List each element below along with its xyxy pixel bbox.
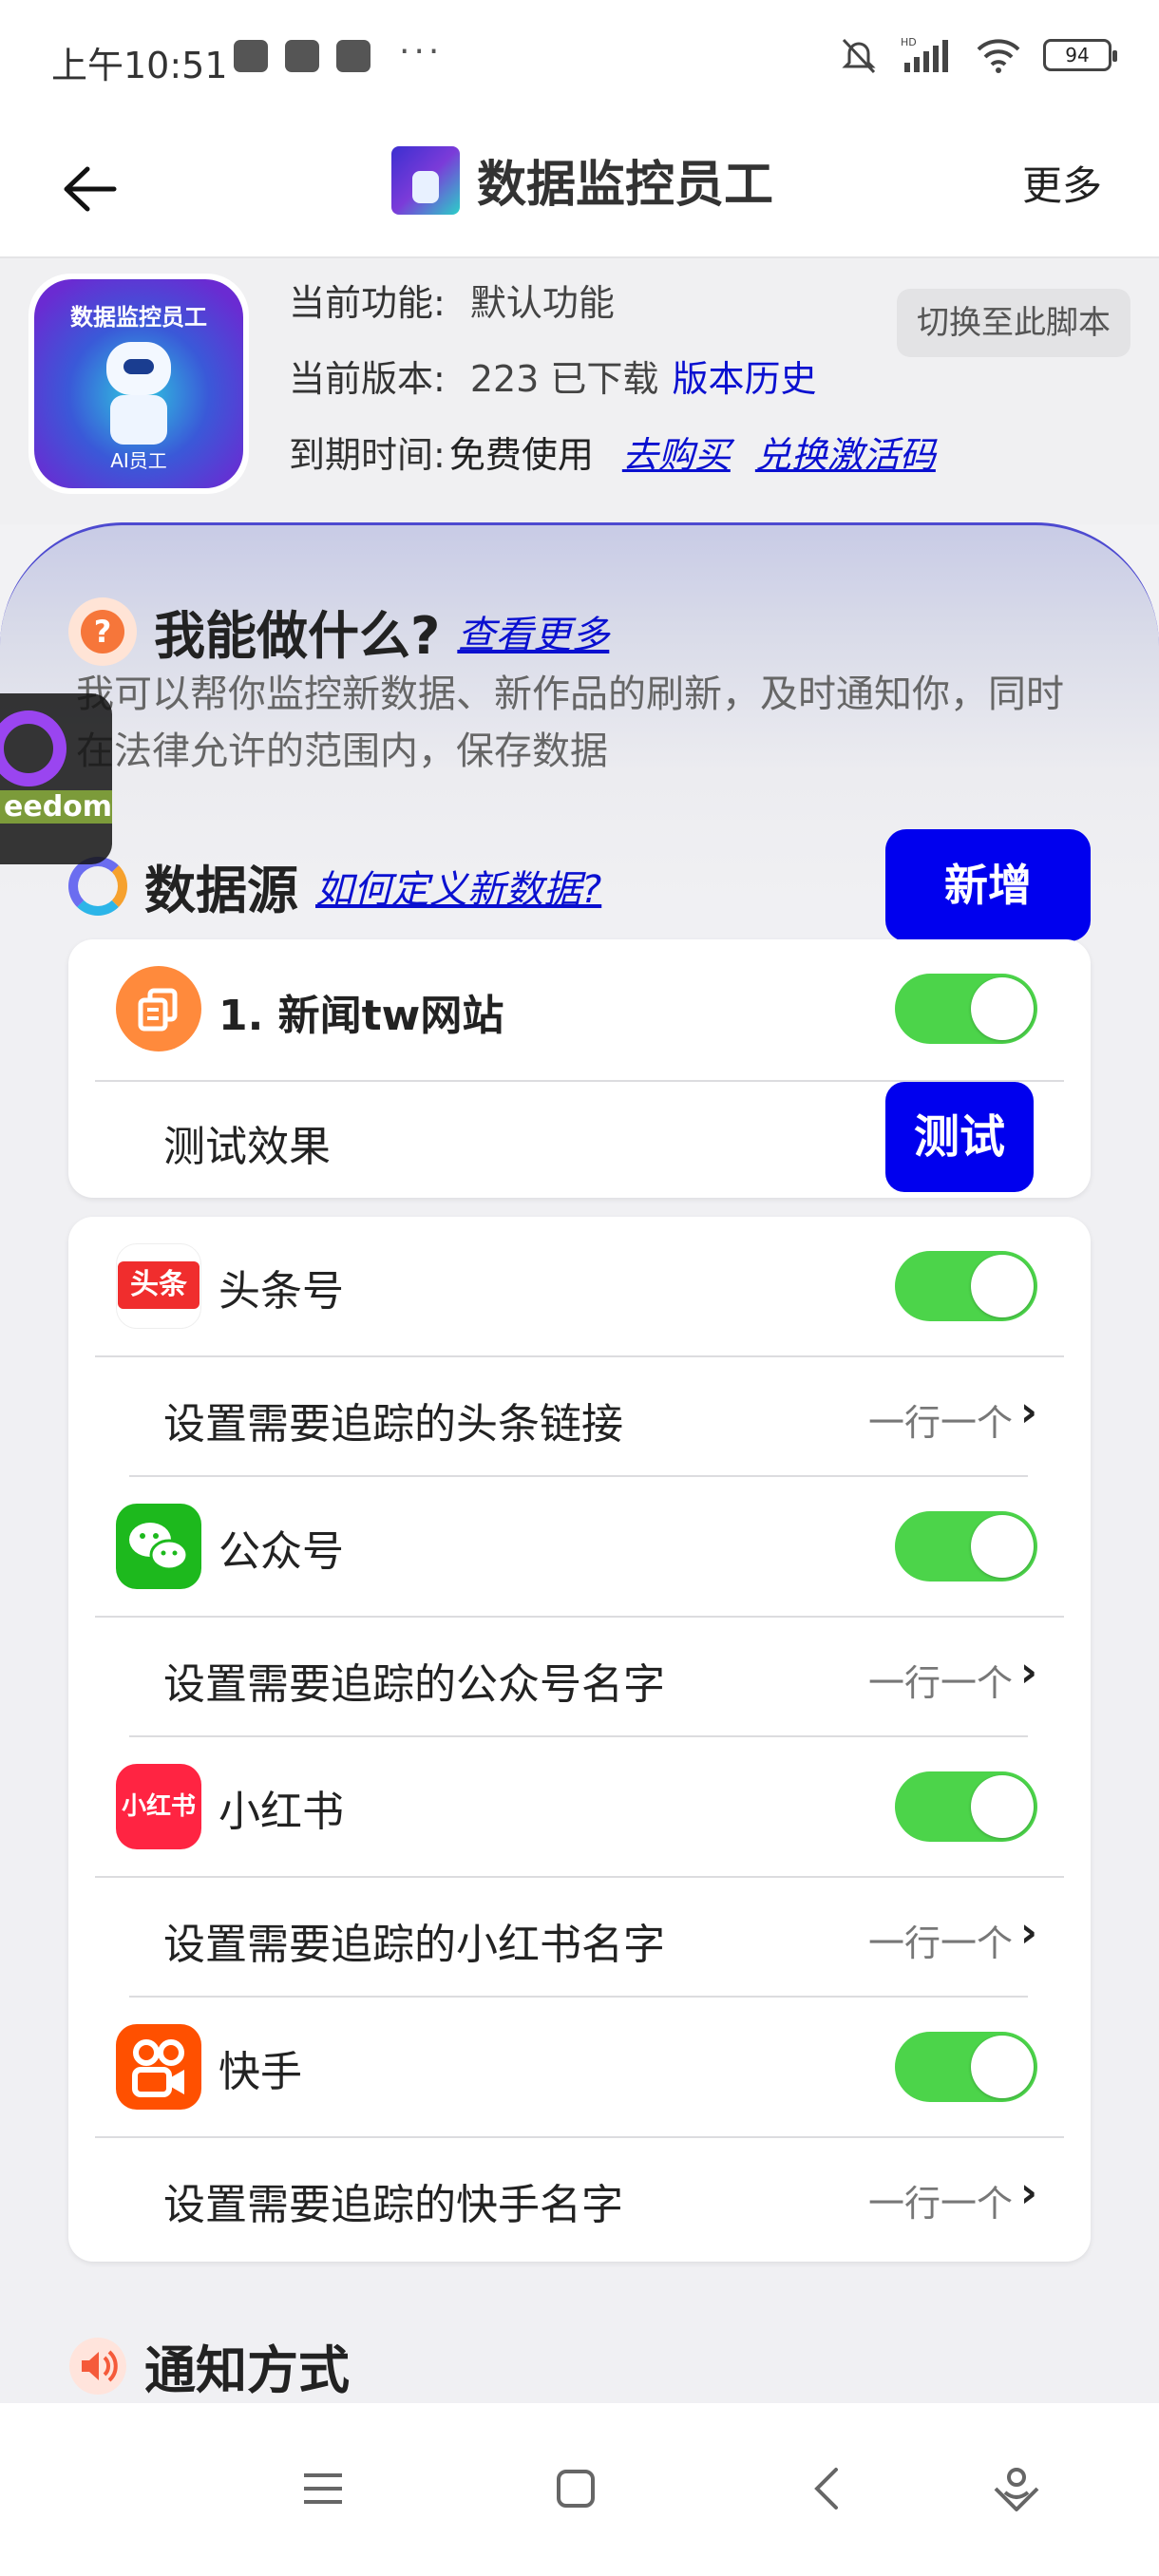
notify-header: 通知方式 (68, 2328, 350, 2403)
notification-icon (234, 40, 268, 72)
notify-title: 通知方式 (144, 2340, 350, 2400)
xiaohongshu-setting-row[interactable]: 设置需要追踪的小红书名字 一行一个 › (68, 1878, 1091, 1996)
floating-assistant[interactable]: eedom (0, 693, 112, 864)
status-time: 上午10:51 (51, 45, 228, 86)
app-icon: 数据监控员工 AI员工 (28, 274, 249, 494)
platform-row-wechat: 公众号 (68, 1477, 1091, 1616)
app-thumbnail-icon (391, 145, 460, 215)
xiaohongshu-toggle[interactable] (895, 1771, 1037, 1842)
define-data-link[interactable]: 如何定义新数据? (315, 859, 601, 914)
wechat-icon (116, 1504, 201, 1589)
chevron-right-icon: › (1019, 2169, 1037, 2217)
kuaishou-icon (116, 2024, 201, 2110)
custom-source-card: 1. 新闻tw网站 测试效果 测试 (68, 939, 1091, 1198)
can-do-header: ? 我能做什么? 查看更多 (68, 594, 609, 669)
signal-icon: HD (901, 36, 948, 72)
expiry-label: 到期时间: (289, 434, 446, 476)
platform-row-toutiao: 头条 头条号 (68, 1217, 1091, 1355)
add-data-source-button[interactable]: 新增 (885, 829, 1091, 941)
assistant-icon[interactable] (988, 2460, 1045, 2517)
chevron-right-icon: › (1019, 1388, 1037, 1436)
app-icon-caption: AI员工 (110, 449, 167, 472)
page-title-text: 数据监控员工 (477, 157, 774, 214)
system-nav-bar (0, 2403, 1159, 2576)
speaker-icon (69, 2337, 126, 2395)
status-bar: 上午10:51 ··· HD 94 (0, 0, 1159, 114)
wechat-setting-label: 设置需要追踪的公众号名字 (163, 1660, 665, 1709)
more-button[interactable]: 更多 (1022, 154, 1102, 212)
floating-label: eedom (0, 790, 112, 824)
kuaishou-setting-row[interactable]: 设置需要追踪的快手名字 一行一个 › (68, 2138, 1091, 2256)
kuaishou-hint: 一行一个 (867, 2183, 1013, 2225)
current-function-label: 当前功能: (289, 282, 446, 324)
toutiao-toggle[interactable] (895, 1251, 1037, 1321)
home-icon[interactable] (547, 2460, 604, 2517)
notification-icon (285, 40, 319, 72)
data-source-title: 数据源 (144, 861, 298, 920)
notification-icon (336, 40, 370, 72)
toutiao-setting-label: 设置需要追踪的头条链接 (163, 1400, 623, 1449)
svg-text:HD: HD (901, 36, 917, 48)
xiaohongshu-setting-label: 设置需要追踪的小红书名字 (163, 1921, 665, 1969)
expiry-value: 免费使用 (448, 434, 594, 476)
version-value: 223 已下载 (469, 358, 659, 400)
see-more-link[interactable]: 查看更多 (457, 604, 609, 659)
version-label: 当前版本: (289, 358, 446, 400)
main-panel: ? 我能做什么? 查看更多 我可以帮你监控新数据、新作品的刷新，及时通知你，同时… (0, 522, 1159, 2403)
platform-name: 头条号 (218, 1267, 344, 1316)
test-label: 测试效果 (163, 1123, 331, 1171)
assistant-logo-icon (0, 710, 66, 786)
toutiao-icon: 头条 (116, 1243, 201, 1329)
platform-row-xiaohongshu: 小红书 小红书 (68, 1737, 1091, 1876)
version-history-link[interactable]: 版本历史 (672, 350, 816, 402)
kuaishou-toggle[interactable] (895, 2032, 1037, 2102)
switch-script-button[interactable]: 切换至此脚本 (897, 289, 1130, 357)
app-icon-title: 数据监控员工 (70, 304, 207, 331)
chevron-right-icon: › (1019, 1908, 1037, 1957)
wechat-setting-row[interactable]: 设置需要追踪的公众号名字 一行一个 › (68, 1618, 1091, 1735)
mute-bell-icon (842, 38, 876, 74)
test-row: 测试效果 测试 (68, 1082, 1091, 1198)
data-source-ring-icon (68, 856, 127, 916)
wechat-toggle[interactable] (895, 1511, 1037, 1582)
custom-source-row: 1. 新闻tw网站 (68, 939, 1091, 1080)
xiaohongshu-icon: 小红书 (116, 1764, 201, 1849)
platform-row-kuaishou: 快手 (68, 1998, 1091, 2136)
battery-icon: 94 (1043, 39, 1117, 71)
buy-link[interactable]: 去购买 (622, 426, 731, 478)
app-header: 数据监控员工 更多 (0, 114, 1159, 258)
toutiao-hint: 一行一个 (867, 1402, 1013, 1444)
custom-source-name: 1. 新闻tw网站 (218, 992, 504, 1040)
test-button[interactable]: 测试 (885, 1082, 1034, 1192)
back-arrow-icon[interactable] (57, 156, 124, 222)
can-do-description: 我可以帮你监控新数据、新作品的刷新，及时通知你，同时在法律允许的范围内，保存数据 (76, 672, 1064, 773)
more-notifications-icon: ··· (399, 32, 444, 71)
page-title: 数据监控员工 (391, 144, 773, 216)
wechat-hint: 一行一个 (867, 1662, 1013, 1704)
kuaishou-setting-label: 设置需要追踪的快手名字 (163, 2181, 623, 2229)
platform-name: 小红书 (218, 1788, 344, 1836)
back-icon[interactable] (800, 2460, 857, 2517)
chevron-right-icon: › (1019, 1648, 1037, 1696)
toutiao-setting-row[interactable]: 设置需要追踪的头条链接 一行一个 › (68, 1357, 1091, 1475)
xiaohongshu-hint: 一行一个 (867, 1923, 1013, 1964)
current-function-value: 默认功能 (469, 282, 615, 324)
menu-icon[interactable] (294, 2460, 352, 2517)
custom-source-toggle[interactable] (895, 974, 1037, 1044)
platform-name: 快手 (218, 2048, 302, 2096)
web-source-icon (116, 966, 201, 1051)
script-info: 数据监控员工 AI员工 当前功能: 默认功能 切换至此脚本 当前版本: 223 … (0, 258, 1159, 524)
can-do-title: 我能做什么? (154, 606, 441, 666)
data-source-header: 数据源 如何定义新数据? (68, 848, 601, 923)
platform-name: 公众号 (218, 1527, 344, 1576)
question-icon: ? (68, 597, 137, 666)
wifi-icon (977, 39, 1020, 73)
platforms-card: 头条 头条号 设置需要追踪的头条链接 一行一个 › 公众号 设置需要追踪的公众号… (68, 1217, 1091, 2262)
redeem-link[interactable]: 兑换激活码 (755, 426, 936, 478)
